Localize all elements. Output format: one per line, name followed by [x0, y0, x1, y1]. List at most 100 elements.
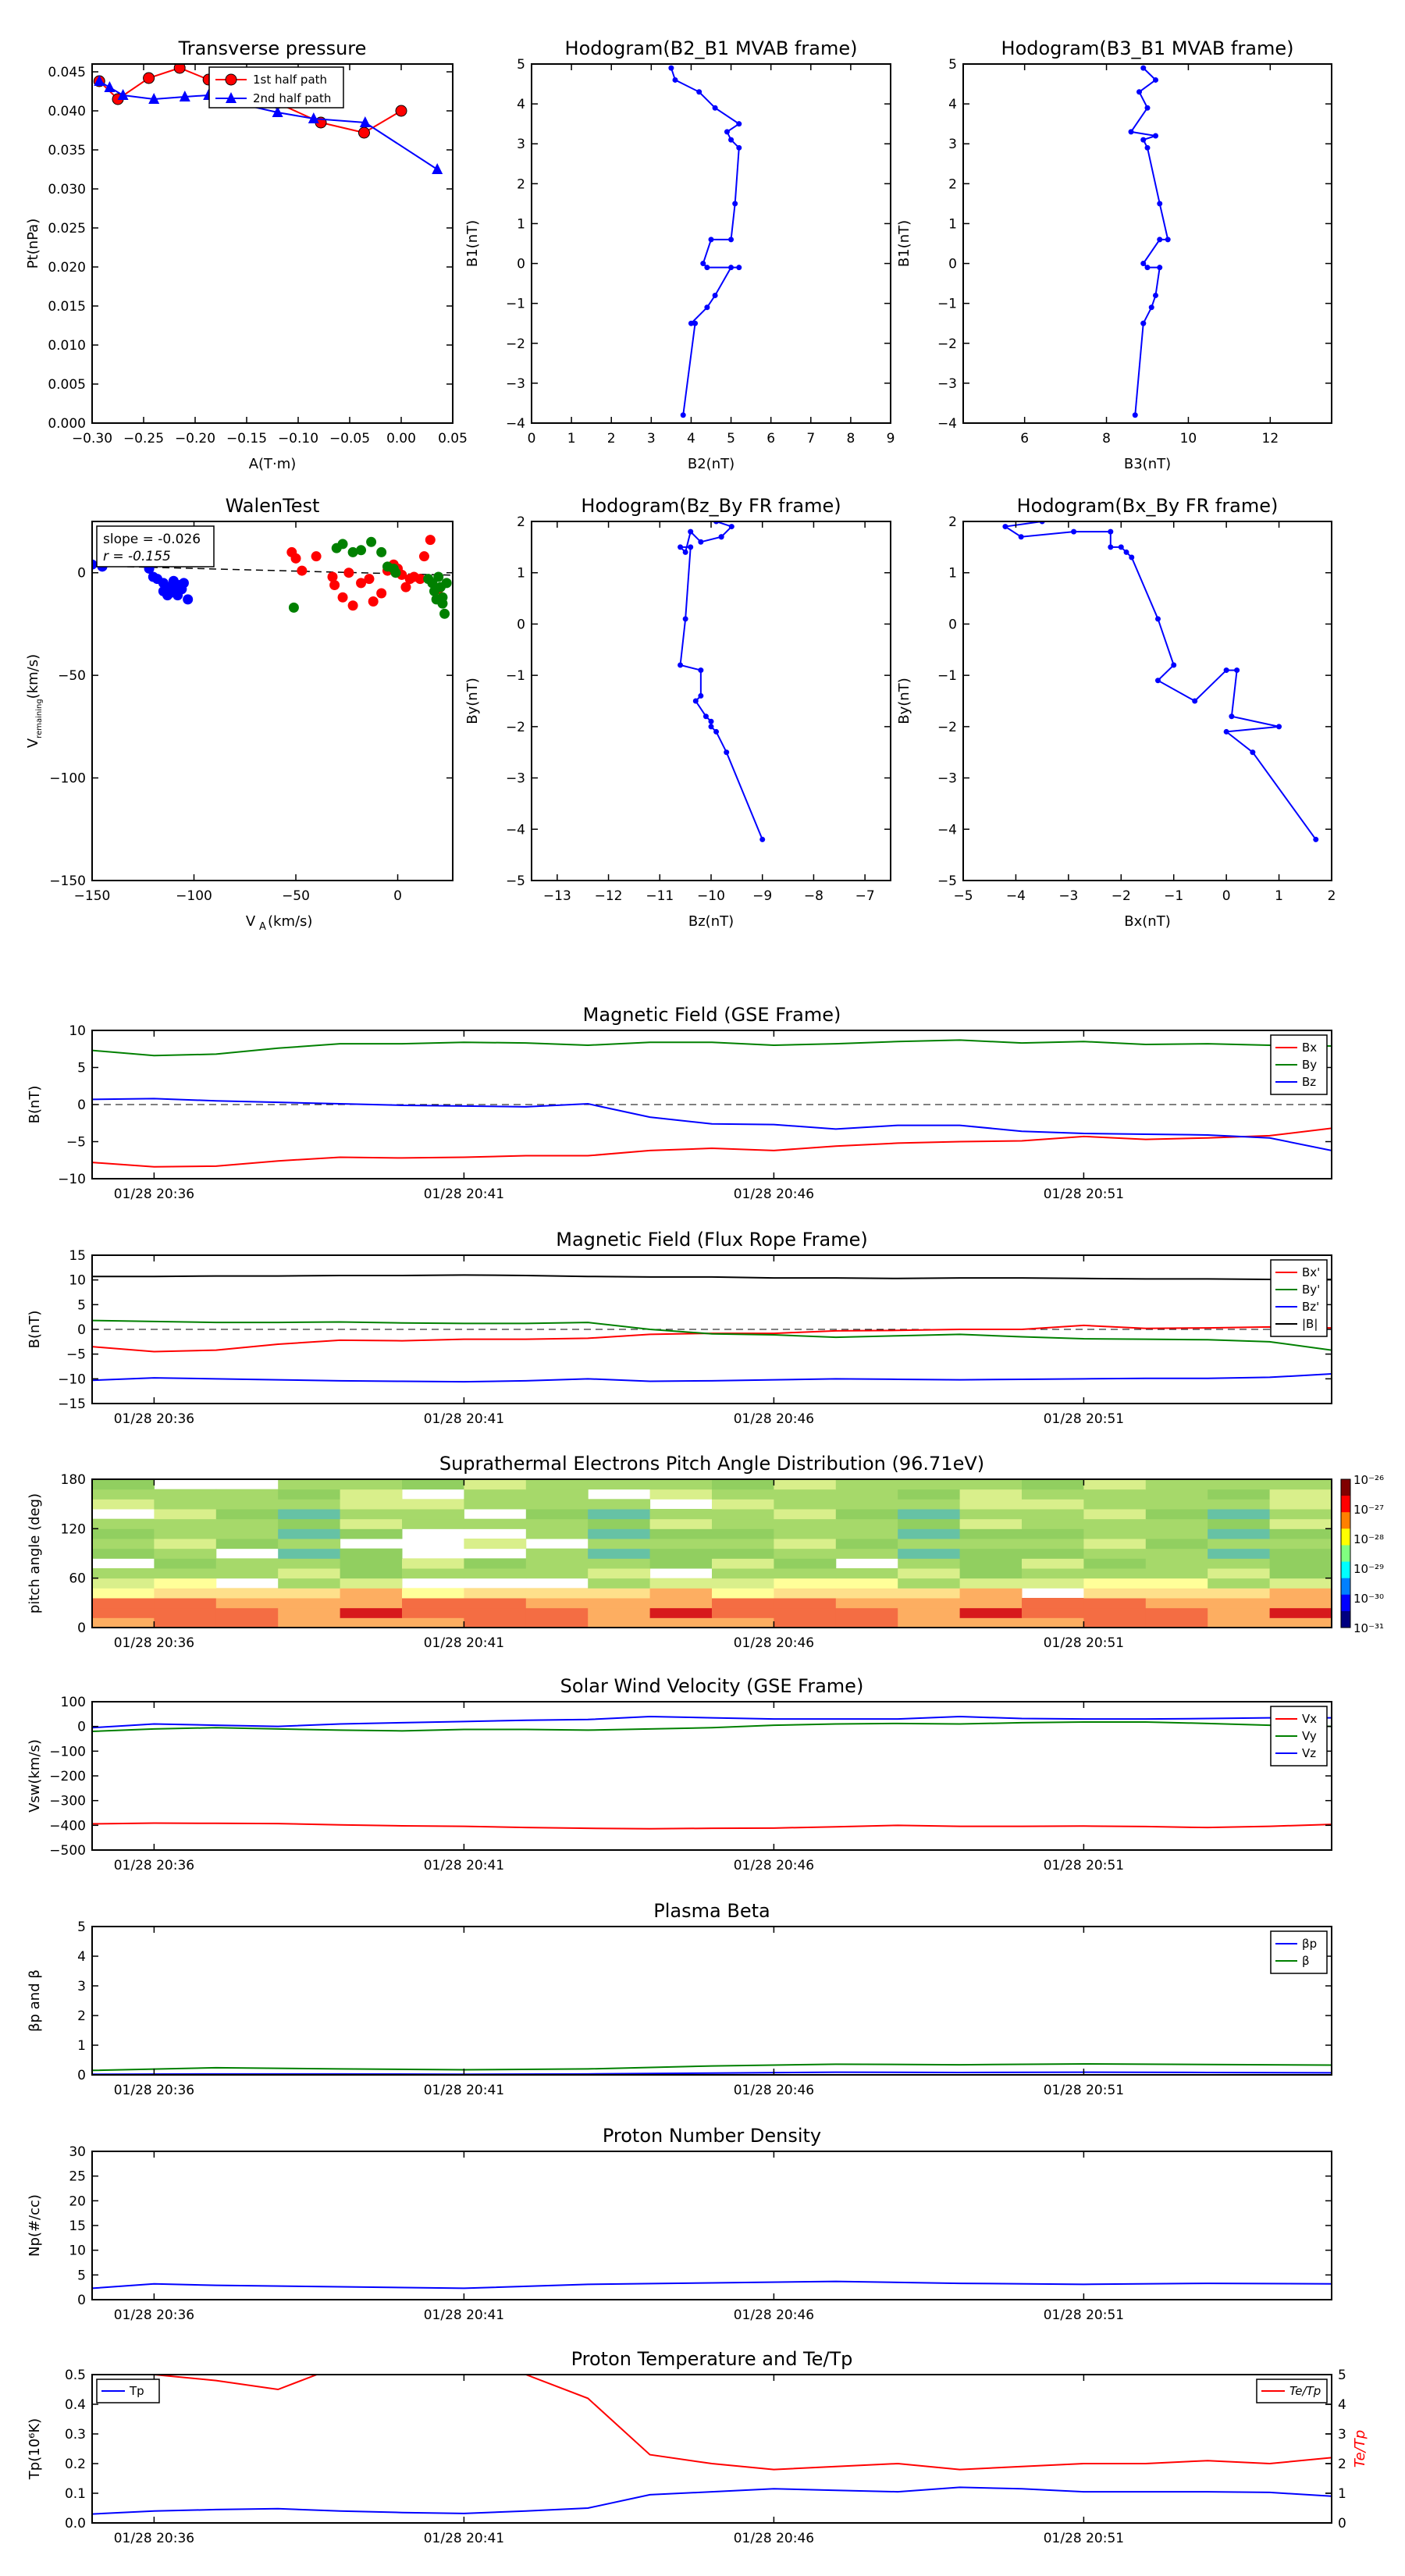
y-axis-label: B1(nT) [896, 220, 912, 267]
heatmap-cell [1022, 1509, 1084, 1520]
colorbar-segment [1341, 1528, 1350, 1546]
heatmap-cell [525, 1588, 589, 1599]
y-tick-label: 2 [948, 514, 957, 530]
heatmap-cell [92, 1598, 155, 1609]
data-point [1154, 616, 1161, 622]
heatmap-cell [92, 1489, 155, 1500]
heatmap-cell [1083, 1607, 1147, 1618]
heatmap-cell [649, 1588, 713, 1599]
x-tick-label: 1 [567, 431, 576, 447]
x-tick-label: 5 [727, 431, 735, 447]
panel-title: Magnetic Field (GSE Frame) [583, 1004, 841, 1026]
data-point [1250, 749, 1256, 756]
time-tick-label: 01/28 20:46 [734, 1411, 814, 1427]
data-point [698, 667, 704, 674]
heatmap-cell [1208, 1558, 1271, 1569]
panel-np: 01/28 20:36 01/28 20:41 01/28 20:46 01/28 2… [27, 2125, 1332, 2323]
legend-label: Tp [129, 2384, 144, 2398]
heatmap-cell [835, 1598, 898, 1609]
data-point [395, 105, 407, 117]
y-tick-label: 0 [77, 1098, 86, 1113]
data-point [343, 568, 354, 578]
time-tick-label: 01/28 20:36 [114, 1635, 194, 1651]
panel-vsw: 01/28 20:36 01/28 20:41 01/28 20:46 01/28 2… [27, 1675, 1332, 1873]
y-tick-label: −5 [937, 873, 957, 889]
y-tick-label: 5 [517, 57, 525, 73]
heatmap-cell [898, 1578, 961, 1589]
data-point [1313, 836, 1319, 842]
time-tick-label: 01/28 20:51 [1044, 2083, 1124, 2098]
heatmap-cell [340, 1479, 403, 1490]
heatmap-cell [1022, 1528, 1084, 1539]
heatmap-cell [464, 1558, 527, 1569]
data-point [356, 545, 367, 556]
heatmap-cell [215, 1598, 279, 1609]
data-point [672, 76, 678, 83]
data-point [1002, 524, 1008, 530]
data-point [376, 588, 387, 599]
y-tick-label: −400 [49, 1818, 86, 1834]
heatmap-cell [649, 1518, 713, 1529]
heatmap-cell [1083, 1518, 1147, 1529]
y-tick-label: 0 [948, 257, 957, 272]
heatmap-cell [154, 1509, 217, 1520]
heatmap-cell [464, 1588, 527, 1599]
time-tick-label: 01/28 20:36 [114, 2531, 194, 2546]
heatmap-cell [712, 1499, 774, 1510]
heatmap-cell [1022, 1548, 1084, 1559]
y-tick-label: 180 [61, 1472, 86, 1488]
heatmap-cell [1083, 1509, 1147, 1520]
y-tick-label: 0.000 [48, 416, 86, 432]
colorbar-label: 10⁻³⁰ [1353, 1592, 1384, 1606]
heatmap-cell [154, 1578, 217, 1589]
x-tick-label: −0.05 [329, 431, 370, 447]
heatmap-cell [1269, 1568, 1332, 1579]
time-tick-label: 01/28 20:41 [424, 2083, 504, 2098]
time-tick-label: 01/28 20:36 [114, 1858, 194, 1873]
heatmap-cell [649, 1578, 713, 1589]
heatmap-cell [1083, 1479, 1147, 1490]
heatmap-cell [154, 1548, 217, 1559]
x-tick-label: 0 [1222, 888, 1231, 904]
data-point [418, 551, 429, 562]
y-tick-label: 60 [69, 1571, 86, 1587]
y-tick-label-right: 5 [1338, 2368, 1346, 2383]
series-|B| [92, 1274, 1332, 1281]
heatmap-cell [340, 1607, 403, 1618]
y-tick-label: −500 [49, 1843, 86, 1859]
data-point [1108, 528, 1114, 535]
heatmap-cell [1269, 1598, 1332, 1609]
plot-frame [91, 1926, 1332, 2076]
data-point [1132, 412, 1138, 418]
data-point [183, 594, 194, 605]
heatmap-cell [649, 1509, 713, 1520]
panel-beta: 01/28 20:36 01/28 20:41 01/28 20:46 01/28 2… [27, 1900, 1332, 2098]
plot-area [92, 1479, 1332, 1628]
x-tick-label: −0.25 [123, 431, 164, 447]
y-axis-label: B(nT) [27, 1311, 43, 1349]
data-point [297, 565, 308, 576]
heatmap-cell [959, 1617, 1023, 1628]
y-tick-label: −2 [506, 336, 525, 352]
x-tick-label: 8 [1102, 431, 1111, 447]
x-tick-label: −2 [1112, 888, 1131, 904]
heatmap-cell [1145, 1509, 1208, 1520]
heatmap-cell [649, 1539, 713, 1550]
y-tick-label: −2 [937, 336, 957, 352]
heatmap-cell [959, 1499, 1023, 1510]
panel-title: Hodogram(B2_B1 MVAB frame) [565, 37, 858, 59]
y-tick-label: 120 [61, 1521, 86, 1537]
data-point [1192, 698, 1198, 704]
heatmap-cell [464, 1617, 527, 1628]
legend-label: Bz' [1302, 1300, 1319, 1314]
heatmap-cell [959, 1528, 1023, 1539]
plot-area [92, 1715, 1332, 1830]
y-tick-label: −1 [506, 668, 525, 684]
y-tick-label: −2 [506, 720, 525, 735]
heatmap-cell [215, 1518, 279, 1529]
y-tick-label: 0 [77, 2293, 86, 2308]
data-point [728, 265, 735, 271]
legend-label: βp [1302, 1937, 1317, 1951]
y-tick-label: 0 [77, 2068, 86, 2083]
heatmap-cell [525, 1558, 589, 1569]
